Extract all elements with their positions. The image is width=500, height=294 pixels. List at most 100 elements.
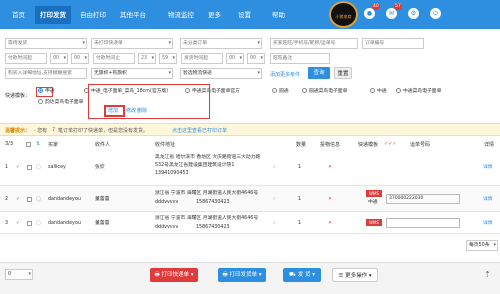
nav-more[interactable]: 更多 (208, 9, 221, 22)
template-option-yunda-cainiao[interactable]: 韵达菜鸟电子面单 (38, 99, 83, 107)
phone-number: 15867430423 (196, 200, 230, 205)
modify-template-link[interactable]: 修改 (126, 107, 136, 114)
row-checkbox[interactable] (27, 221, 32, 226)
check-marks-icon: ✓✓✓ (384, 141, 397, 147)
logistics-select[interactable]: 智选物流快递 (180, 68, 262, 79)
radio-icon (38, 88, 43, 93)
quantity: 1 (298, 197, 302, 202)
template-option-yto[interactable]: 圆通 (272, 88, 289, 96)
warning-prefix: · 您有 (34, 128, 48, 134)
logout-icon[interactable]: ⏻ (430, 8, 441, 19)
detail-link[interactable]: 详情 (483, 220, 493, 227)
printer-icon: 🖶 (222, 272, 228, 278)
detail-link[interactable]: 详情 (483, 196, 493, 203)
buyer-name[interactable]: sallicey (48, 164, 66, 171)
col-recipient[interactable]: 收件人 (95, 141, 110, 148)
pay-end-hour[interactable]: 23 (138, 53, 156, 64)
pay-start-min[interactable]: 00 (71, 53, 89, 64)
ship-button[interactable]: ⛟ 发 货 ▾ (283, 268, 321, 282)
flag-select[interactable]: 无旗帜+有旗帜 (91, 68, 173, 79)
template-name: 中通 (368, 200, 378, 205)
col-buyer[interactable]: 买家 (48, 141, 58, 148)
ship-start-hour[interactable]: 00 (226, 53, 244, 64)
notification-badge: 40 (372, 3, 380, 10)
nav-settings[interactable]: 设置 (238, 9, 251, 22)
wms-badge: WMS (366, 190, 382, 197)
radio-icon (302, 88, 307, 93)
view-printed-orders-link[interactable]: 点击这里查看已打印订单 (172, 127, 227, 134)
reset-button[interactable]: 重置 (334, 67, 352, 79)
star-icon[interactable]: ☆ (272, 196, 276, 203)
template-option-zto-cainiao-2[interactable]: 中通菜鸟电子面单 (396, 88, 441, 96)
template-label: 快递模板： (5, 93, 31, 99)
row-checkbox[interactable] (27, 197, 32, 202)
pay-start-hour[interactable]: 00 (50, 53, 68, 64)
address-line-1: 黑龙江省 哈尔滨市 香坊区 大庆路街道三大动力路 (155, 155, 261, 160)
address-search-input[interactable]: 购买人详细地址,支持模糊搜索 (5, 68, 87, 79)
sort-icon[interactable]: ⇅ (36, 141, 40, 147)
star-icon[interactable]: ☆ (272, 164, 276, 171)
recipient-name: 张欣 (95, 165, 105, 170)
status-check-icon: ✓ (16, 197, 21, 202)
table-row[interactable]: 1 ✓ ◯ sallicey 张欣 黑龙江省 哈尔滨市 香坊区 大庆路街道三大动… (0, 150, 500, 186)
flag-icon[interactable]: ◯ (36, 220, 41, 227)
radio-icon (38, 99, 43, 104)
ship-start-min[interactable]: 00 (247, 53, 265, 64)
warning-bar: 温馨提示： · 您有 7 笔订单打印了快递单，但是您没有发货。 点击这里查看已打… (0, 123, 500, 136)
detail-link[interactable]: 详情 (483, 164, 493, 171)
pay-end-min[interactable]: 59 (159, 53, 177, 64)
search-button[interactable]: 查询 (308, 67, 330, 79)
more-actions-button[interactable]: ☰ 更多操作 ▾ (332, 268, 378, 282)
quantity: 1 (298, 221, 302, 226)
col-template: 快递模板 (358, 142, 379, 148)
print-status-select[interactable]: 未打印快递单 (91, 38, 173, 49)
print-invoice-button[interactable]: 🖶 打印发货单 ▾ (218, 268, 266, 282)
nav-help[interactable]: 帮助 (272, 9, 285, 22)
recipient-name: 董蕾蕾 (95, 221, 110, 226)
table-row[interactable]: 3 ✓ ◯ dandandeyou 董蕾蕾 浙江省 宁波市 海曙区 月湖街道人民… (0, 212, 500, 234)
tracking-number-input[interactable]: 370000222030 (386, 194, 460, 204)
flag-icon[interactable]: ◯ (36, 164, 41, 171)
add-condition-link[interactable]: 添加更多条件 (270, 71, 300, 78)
wms-badge: WMS (366, 219, 382, 226)
nav-print-ship[interactable]: 打印发货 (35, 6, 71, 24)
remark-input[interactable]: 旺旺备注 (270, 53, 330, 64)
per-page-select[interactable]: 每页50条 (466, 240, 498, 251)
template-option-shentong[interactable]: 申通 (38, 88, 55, 96)
order-number-input[interactable]: 订单编号 (362, 38, 424, 49)
scroll-top-icon[interactable]: ⇡ (484, 270, 491, 279)
pay-time-start-input[interactable]: 付款时间起 (5, 53, 47, 64)
table-row[interactable]: 2 ✓ ◯ dandandeyou 董蕾蕾 浙江省 宁波市 海曙区 月湖街道人民… (0, 186, 500, 212)
address-line-2: 532号黑龙江省建设集团建筑设计院1 (155, 163, 235, 168)
template-option-zto[interactable]: 中通 (370, 88, 387, 96)
add-template-link[interactable]: 增加 (108, 107, 118, 114)
star-icon[interactable]: ☆ (272, 220, 276, 227)
tracking-number-input[interactable] (386, 218, 460, 228)
select-all-checkbox[interactable] (26, 142, 31, 147)
print-express-button[interactable]: 🖶 打印快递单 ▾ (150, 268, 198, 282)
address-line-2: dddvvvvv (155, 200, 179, 205)
delete-template-link[interactable]: 删除 (137, 107, 147, 114)
nav-other-platforms[interactable]: 其他平台 (120, 9, 146, 22)
buyer-name[interactable]: dandandeyou (48, 220, 81, 227)
flag-icon[interactable]: ◯ (36, 196, 41, 203)
buyer-name[interactable]: dandandeyou (48, 196, 81, 203)
col-gift-info: 投物信息 (320, 142, 341, 148)
template-option-yto-cainiao[interactable]: 圆通菜鸟电子面单 (302, 88, 347, 96)
pay-time-end-input[interactable]: 付款时间止 (93, 53, 135, 64)
category-select[interactable]: 未分类订单 (180, 38, 262, 49)
row-number: 2 (5, 197, 9, 202)
nav-free-print[interactable]: 自由打印 (80, 9, 106, 22)
radio-icon (370, 88, 375, 93)
nav-home[interactable]: 首页 (12, 9, 25, 22)
ship-time-start-input[interactable]: 发货时间起 (181, 53, 223, 64)
store-logo[interactable]: 小猪电商 (329, 1, 358, 28)
keyword-input[interactable]: 买家旺旺/手机号/昵称/运单号 (270, 38, 358, 49)
radio-icon (396, 88, 401, 93)
page-number-select[interactable]: 0 (5, 269, 33, 280)
nav-logistics[interactable]: 物流监控 (168, 9, 194, 22)
phone-number: 15867430423 (196, 225, 230, 230)
settings-icon[interactable]: ⚙ (408, 8, 419, 19)
order-status-select[interactable]: 等待发货 (5, 38, 87, 49)
row-checkbox[interactable] (27, 165, 32, 170)
